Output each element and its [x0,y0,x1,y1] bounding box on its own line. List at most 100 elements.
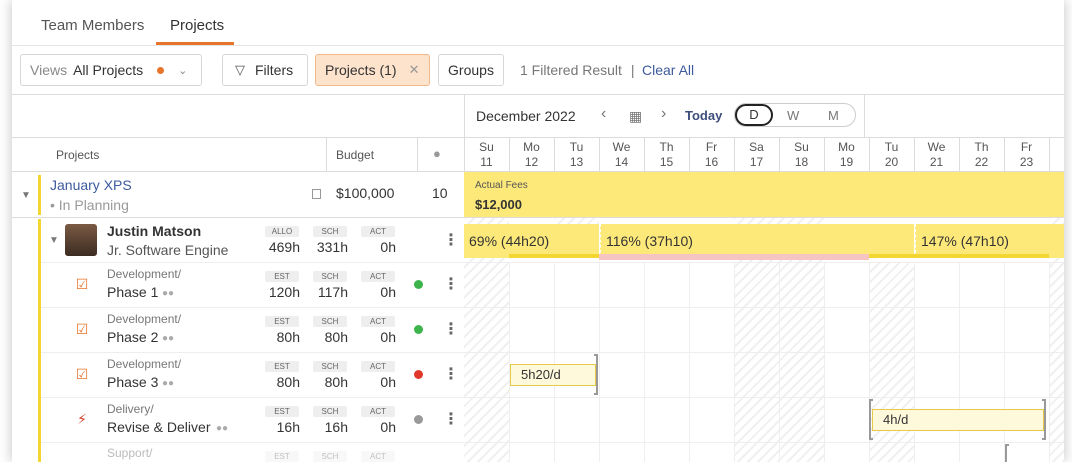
sch-value: 80h [324,374,348,390]
act-label: ACT [361,361,395,372]
projects-column-header[interactable]: Projects [56,148,99,162]
est-value: 80h [276,329,300,345]
day-date: 20 [884,155,899,169]
day-header-cell: We 14 [599,140,644,170]
filter-icon: ▽ [235,62,245,77]
allocation-bar[interactable]: 147% (47h10) [915,224,1064,258]
grid-line [824,262,825,462]
collapse-project-icon[interactable]: ▼ [21,190,31,201]
bar-end-handle[interactable] [594,354,598,395]
notes-icon[interactable] [312,189,321,199]
modified-dot-icon [157,66,165,74]
tab-team-members[interactable]: Team Members [41,17,144,34]
est-value: 80h [276,374,300,390]
people-icon[interactable]: ●● [162,333,174,344]
actual-fees-label: Actual Fees [475,180,528,191]
filtered-result-text: 1 Filtered Result | [520,62,639,78]
collapse-member-icon[interactable]: ▼ [49,235,59,246]
day-of-week: Tu [884,140,899,154]
sch-label: SCH [313,316,347,327]
task-menu-icon[interactable]: ⋮ [443,409,459,429]
allocation-bar[interactable]: 116% (37h10) [600,224,914,258]
row-divider [12,217,1064,218]
row-divider [38,262,1064,263]
task-name[interactable]: Revise & Deliver [107,419,210,435]
day-of-week: Mo [523,140,540,154]
est-label: EST [265,406,299,417]
day-header-cell: Su 18 [779,140,824,170]
project-status: • In Planning [50,197,129,213]
chevron-right-icon[interactable]: › [661,105,666,123]
act-value: 0h [380,239,396,255]
filtered-count: 1 Filtered Result [520,62,622,78]
grid-line [779,262,780,462]
member-role: Jr. Software Engineer [107,242,229,258]
grid-line [689,262,690,462]
act-value: 0h [380,374,396,390]
day-header-cell: Tu 20 [869,140,914,170]
day-date: 12 [524,155,539,169]
bar-end-handle[interactable] [1042,399,1046,440]
day-header-cell: Mo 19 [824,140,869,170]
day-of-week: Fr [1020,140,1033,154]
act-label: ACT [361,271,395,282]
day-header-cell: Tu 13 [554,140,599,170]
avatar[interactable] [65,224,97,256]
est-value: 120h [268,284,300,300]
status-dot-icon [414,325,423,334]
people-icon[interactable]: ●● [216,423,228,434]
task-schedule-bar[interactable]: 4h/d [872,409,1044,431]
bar-start-handle[interactable] [1005,444,1009,462]
scale-day-button[interactable]: D [735,104,773,126]
scale-week-button[interactable]: W [787,108,799,123]
row-divider [38,397,1064,398]
task-menu-icon[interactable]: ⋮ [443,364,459,384]
today-button[interactable]: Today [685,108,722,123]
chevron-left-icon[interactable]: ‹ [601,105,606,123]
project-status-text: In Planning [58,197,129,213]
divider [12,94,1064,95]
clear-all-link[interactable]: Clear All [642,62,694,78]
task-name[interactable]: Phase 2 [107,329,158,345]
groups-button[interactable]: Groups [438,54,504,86]
day-of-week: Th [974,140,989,154]
day-of-week: Mo [838,140,855,154]
day-date: 13 [569,155,584,169]
task-schedule-bar[interactable]: 5h20/d [510,364,596,386]
allocation-bar[interactable]: 69% (44h20) [464,224,599,258]
people-icon[interactable]: ●● [162,378,174,389]
projects-filter-chip[interactable]: Projects (1) ✕ [315,54,430,86]
allocation-underline [509,254,599,258]
member-menu-icon[interactable]: ⋮ [443,230,459,250]
status-dot-icon [414,370,423,379]
task-name[interactable]: Phase 3 [107,374,158,390]
task-menu-icon[interactable]: ⋮ [443,274,459,294]
people-icon[interactable]: ●● [162,288,174,299]
sch-label: SCH [313,451,347,462]
grid-line [959,262,960,462]
day-date: 21 [929,155,944,169]
views-label: Views [30,62,68,78]
bar-start-handle[interactable] [869,399,873,440]
row-divider [38,307,1064,308]
tab-projects[interactable]: Projects [170,17,224,34]
task-name[interactable]: Phase 1 [107,284,158,300]
day-date: 17 [749,155,764,169]
grid-line [1004,262,1005,462]
project-name[interactable]: January XPS [50,177,132,193]
budget-column-header[interactable]: Budget [336,148,374,162]
divider [12,137,1064,138]
grid-line [1049,262,1050,462]
sch-label: SCH [313,406,347,417]
day-of-week: We [612,140,631,154]
scale-month-button[interactable]: M [828,108,839,123]
filters-button[interactable]: ▽ Filters [222,54,308,86]
calendar-icon[interactable]: ▦ [629,108,642,125]
views-select[interactable]: Views All Projects ⌄ [20,54,202,86]
close-icon[interactable]: ✕ [409,62,420,78]
day-date: 16 [704,155,719,169]
member-name[interactable]: Justin Matson [107,223,201,239]
day-header-cell: Sa 17 [734,140,779,170]
task-menu-icon[interactable]: ⋮ [443,319,459,339]
est-label: EST [265,451,299,462]
